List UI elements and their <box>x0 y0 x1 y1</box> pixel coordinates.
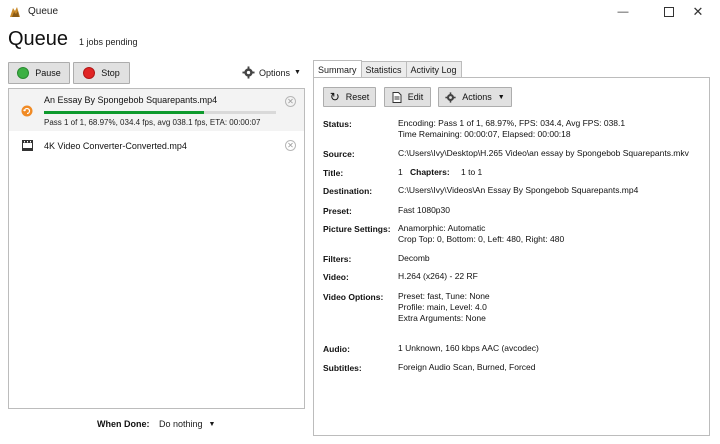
edit-label: Edit <box>407 92 424 102</box>
status-line-2: Time Remaining: 00:00:07, Elapsed: 00:00… <box>398 129 571 139</box>
window-title: Queue <box>28 6 59 17</box>
job-progress-bar <box>44 111 276 114</box>
gear-icon <box>242 66 255 79</box>
video-options-line-2: Profile: main, Level: 4.0 <box>398 302 487 312</box>
tab-strip: Summary Statistics Activity Log <box>313 60 462 78</box>
title-label: Title: <box>323 168 344 178</box>
film-icon <box>22 140 33 151</box>
preset-label: Preset: <box>323 206 352 216</box>
actions-label: Actions <box>462 92 492 102</box>
job-name: An Essay By Spongebob Squarepants.mp4 <box>44 95 218 105</box>
refresh-icon: ↻ <box>329 90 340 104</box>
job-status-text: Pass 1 of 1, 68.97%, 034.4 fps, avg 038.… <box>44 118 261 127</box>
gear-icon <box>445 91 456 103</box>
stop-button[interactable]: Stop <box>73 62 130 84</box>
handbrake-app-icon <box>10 7 20 17</box>
tab-summary[interactable]: Summary <box>313 60 362 78</box>
job-progress-fill <box>44 111 204 114</box>
subtitles-value: Foreign Audio Scan, Burned, Forced <box>398 362 536 372</box>
pause-label: Pause <box>35 68 61 78</box>
pause-icon <box>17 67 30 79</box>
close-icon[interactable]: ✕ <box>676 0 720 24</box>
edit-button[interactable]: Edit <box>384 87 431 107</box>
encoding-icon <box>21 105 33 117</box>
picture-settings-label: Picture Settings: <box>323 224 391 234</box>
document-icon <box>392 91 402 103</box>
when-done-value: Do nothing <box>159 419 203 429</box>
picture-settings-line-2: Crop Top: 0, Bottom: 0, Left: 480, Right… <box>398 234 565 244</box>
remove-job-icon[interactable]: ✕ <box>285 140 296 151</box>
tab-activity-log[interactable]: Activity Log <box>405 61 462 78</box>
video-label: Video: <box>323 272 349 282</box>
audio-label: Audio: <box>323 344 350 354</box>
tab-statistics[interactable]: Statistics <box>360 61 407 78</box>
when-done-label: When Done: <box>97 419 150 429</box>
when-done-select[interactable]: Do nothing ▼ <box>159 419 215 429</box>
title-value: 1 <box>398 167 403 177</box>
destination-label: Destination: <box>323 186 373 196</box>
status-line-1: Encoding: Pass 1 of 1, 68.97%, FPS: 034.… <box>398 118 626 128</box>
chevron-down-icon: ▼ <box>208 420 216 428</box>
job-name: 4K Video Converter-Converted.mp4 <box>44 141 187 151</box>
stop-label: Stop <box>101 68 120 78</box>
chapters-value: 1 to 1 <box>461 167 483 177</box>
source-label: Source: <box>323 149 355 159</box>
filters-value: Decomb <box>398 253 430 263</box>
status-label: Status: <box>323 119 352 129</box>
jobs-pending-count: 1 jobs pending <box>79 37 138 47</box>
options-label: Options <box>259 67 291 78</box>
actions-menu-button[interactable]: Actions ▼ <box>438 87 512 107</box>
destination-value: C:\Users\Ivy\Videos\An Essay By Spongebo… <box>398 185 639 195</box>
page-title: Queue <box>8 28 69 50</box>
minimize-icon[interactable]: — <box>601 0 645 24</box>
reset-button[interactable]: ↻ Reset <box>323 87 376 107</box>
filters-label: Filters: <box>323 254 352 264</box>
chapters-label: Chapters: <box>410 167 450 177</box>
video-options-label: Video Options: <box>323 292 384 302</box>
preset-value: Fast 1080p30 <box>398 205 450 215</box>
reset-label: Reset <box>345 92 370 102</box>
queue-list[interactable] <box>8 88 305 409</box>
audio-value: 1 Unknown, 160 kbps AAC (avcodec) <box>398 343 539 353</box>
stop-icon <box>83 67 96 79</box>
video-value: H.264 (x264) - 22 RF <box>398 271 478 281</box>
subtitles-label: Subtitles: <box>323 363 362 373</box>
source-value: C:\Users\Ivy\Desktop\H.265 Video\an essa… <box>398 148 689 158</box>
picture-settings-line-1: Anamorphic: Automatic <box>398 223 486 233</box>
video-options-line-1: Preset: fast, Tune: None <box>398 291 490 301</box>
options-menu[interactable]: Options ▼ <box>242 66 301 79</box>
chevron-down-icon: ▼ <box>497 93 505 101</box>
video-options-line-3: Extra Arguments: None <box>398 313 486 323</box>
chevron-down-icon: ▼ <box>294 69 301 76</box>
pause-button[interactable]: Pause <box>8 62 70 84</box>
remove-job-icon[interactable]: ✕ <box>285 96 296 107</box>
